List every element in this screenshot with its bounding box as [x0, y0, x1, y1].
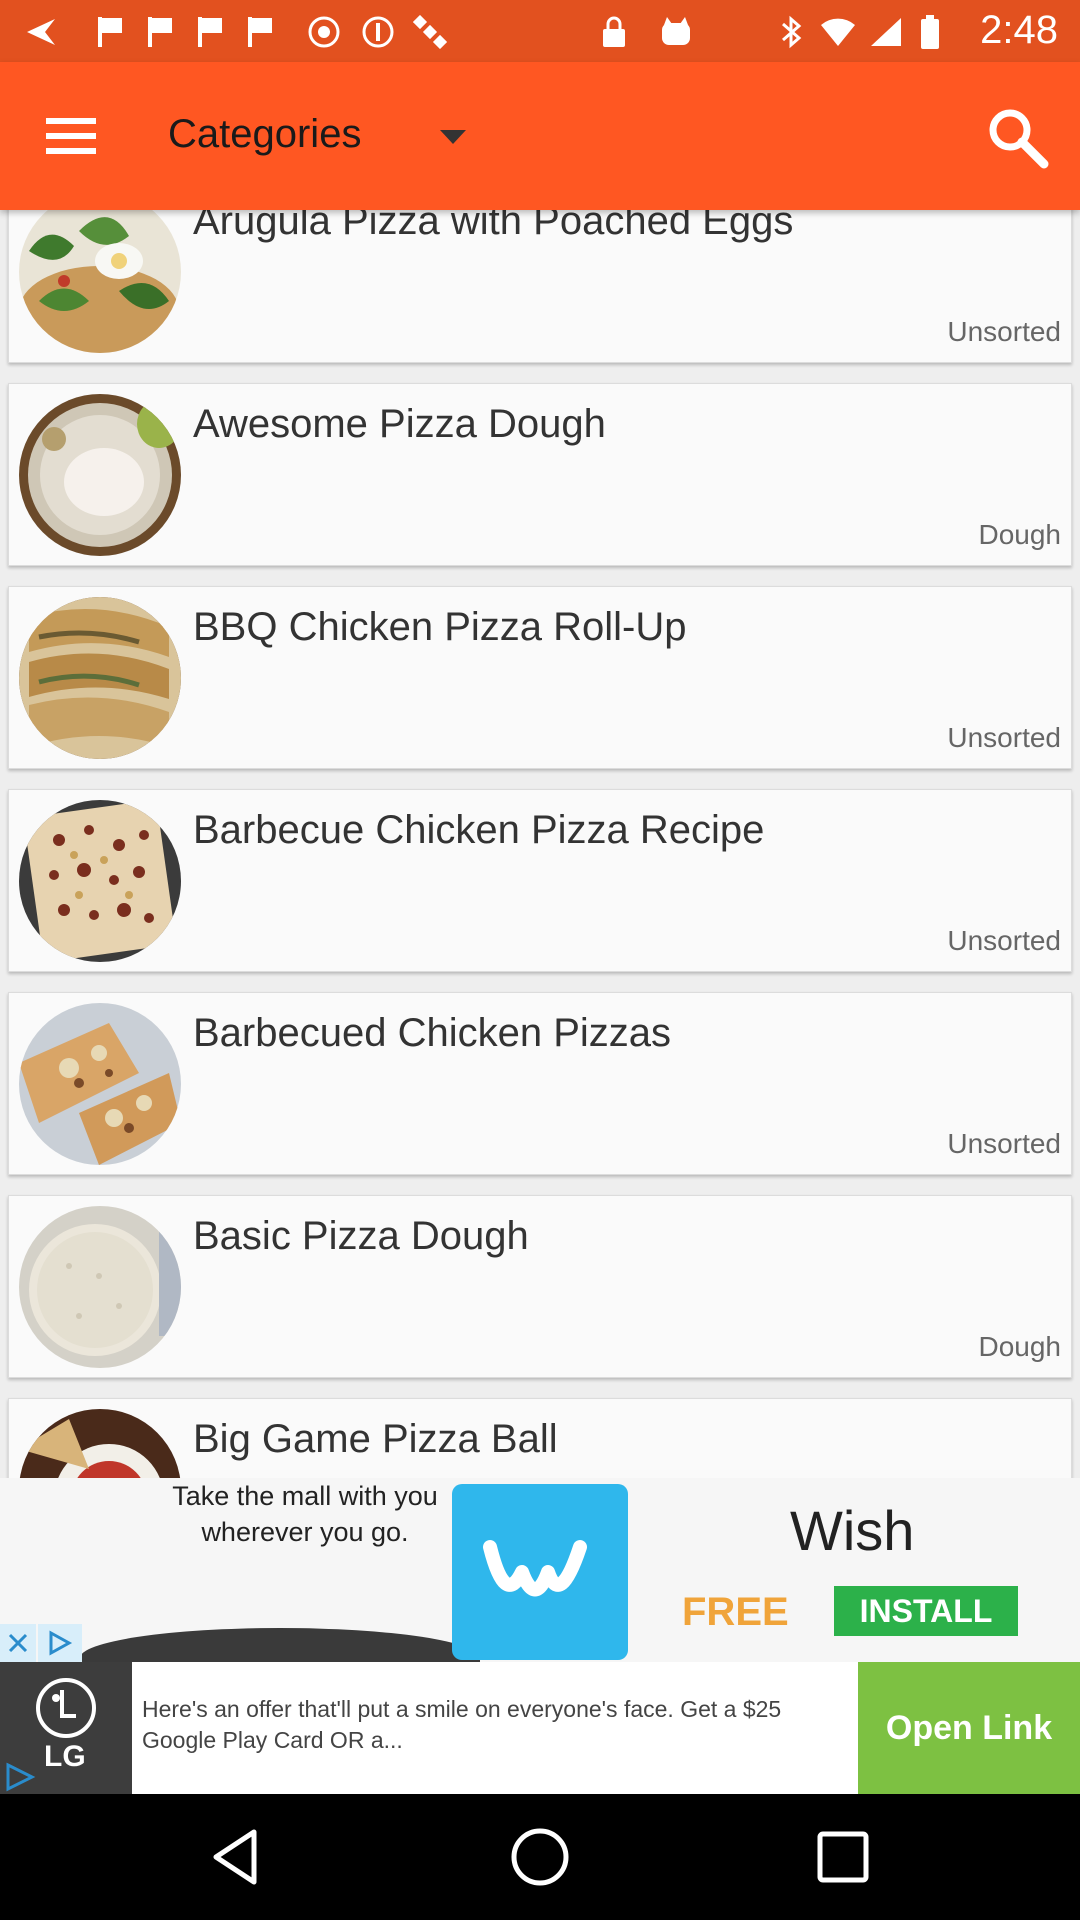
open-link-button[interactable]: Open Link: [858, 1662, 1080, 1794]
signal-icon: [866, 12, 906, 52]
ad-offer-text: Here's an offer that'll put a smile on e…: [142, 1696, 782, 1753]
recipe-category: Unsorted: [947, 316, 1061, 347]
flag-icon: [240, 12, 280, 52]
back-arrow-icon: [20, 12, 60, 52]
recipe-title: Awesome Pizza Dough: [193, 402, 606, 446]
recipe-title: Arugula Pizza with Poached Eggs: [193, 210, 794, 243]
list-item[interactable]: Basic Pizza Dough Dough: [8, 1195, 1072, 1378]
recipe-category: Dough: [978, 1331, 1061, 1362]
navigation-bar: [0, 1794, 1080, 1920]
recipe-thumbnail: [19, 800, 181, 962]
recipe-category: Dough: [978, 519, 1061, 550]
status-time: 2:48: [980, 8, 1058, 52]
dropdown-arrow-icon[interactable]: [440, 130, 466, 144]
do-not-disturb-icon: [358, 12, 398, 52]
lg-brand: LG: [44, 1740, 86, 1773]
recipe-thumbnail: [19, 1003, 181, 1165]
satellite-icon: [410, 12, 450, 52]
recipe-title: Big Game Pizza Ball: [193, 1417, 558, 1461]
ad-brand: Wish: [790, 1499, 915, 1562]
recipe-thumbnail: [19, 394, 181, 556]
battery-icon: [910, 12, 950, 52]
recipe-category: Unsorted: [947, 1128, 1061, 1159]
list-item[interactable]: BBQ Chicken Pizza Roll-Up Unsorted: [8, 586, 1072, 769]
recipe-thumbnail: [19, 1206, 181, 1368]
wish-logo-icon[interactable]: [452, 1484, 628, 1660]
ad-background-image: [80, 1628, 480, 1662]
record-icon: [304, 12, 344, 52]
page-title[interactable]: Categories: [168, 112, 361, 157]
wifi-icon: [818, 12, 858, 52]
lg-logo: LG: [0, 1662, 132, 1794]
list-item[interactable]: Arugula Pizza with Poached Eggs Unsorted: [8, 210, 1072, 363]
cat-icon: [656, 12, 696, 52]
recipe-title: Barbecued Chicken Pizzas: [193, 1011, 672, 1055]
list-item[interactable]: Big Game Pizza Ball: [8, 1398, 1072, 1478]
ad-free-label: FREE: [682, 1590, 789, 1634]
ad-tagline: Take the mall with you wherever you go.: [172, 1481, 438, 1547]
flag-icon: [190, 12, 230, 52]
list-item[interactable]: Awesome Pizza Dough Dough: [8, 383, 1072, 566]
app-bar: Categories: [0, 62, 1080, 210]
recipe-thumbnail: [19, 1409, 181, 1478]
home-icon[interactable]: [507, 1824, 573, 1890]
recents-icon[interactable]: [810, 1824, 876, 1890]
list-item[interactable]: Barbecue Chicken Pizza Recipe Unsorted: [8, 789, 1072, 972]
search-icon[interactable]: [982, 102, 1052, 172]
flag-icon: [140, 12, 180, 52]
ad-banner[interactable]: Take the mall with you wherever you go. …: [0, 1478, 1080, 1662]
flag-icon: [90, 12, 130, 52]
recipe-title: Basic Pizza Dough: [193, 1214, 529, 1258]
recipe-thumbnail: [19, 597, 181, 759]
ad-choices-icon[interactable]: [38, 1624, 82, 1662]
status-bar: 2:48: [0, 0, 1080, 62]
ad-banner-secondary[interactable]: LG Here's an offer that'll put a smile o…: [0, 1662, 1080, 1794]
bluetooth-icon: [772, 12, 812, 52]
hamburger-menu-icon[interactable]: [34, 106, 112, 166]
recipe-category: Unsorted: [947, 925, 1061, 956]
recipe-title: BBQ Chicken Pizza Roll-Up: [193, 605, 687, 649]
recipe-category: Unsorted: [947, 722, 1061, 753]
recipe-title: Barbecue Chicken Pizza Recipe: [193, 808, 765, 852]
screen: 2:48 Categories Arugula Pizza with Poach…: [0, 0, 1080, 1920]
back-icon[interactable]: [204, 1824, 270, 1890]
close-icon[interactable]: [0, 1624, 36, 1662]
install-button[interactable]: INSTALL: [834, 1586, 1018, 1636]
lock-icon: [594, 12, 634, 52]
list-item[interactable]: Barbecued Chicken Pizzas Unsorted: [8, 992, 1072, 1175]
recipe-thumbnail: [19, 210, 181, 353]
recipe-list[interactable]: Arugula Pizza with Poached Eggs Unsorted…: [0, 210, 1080, 1478]
